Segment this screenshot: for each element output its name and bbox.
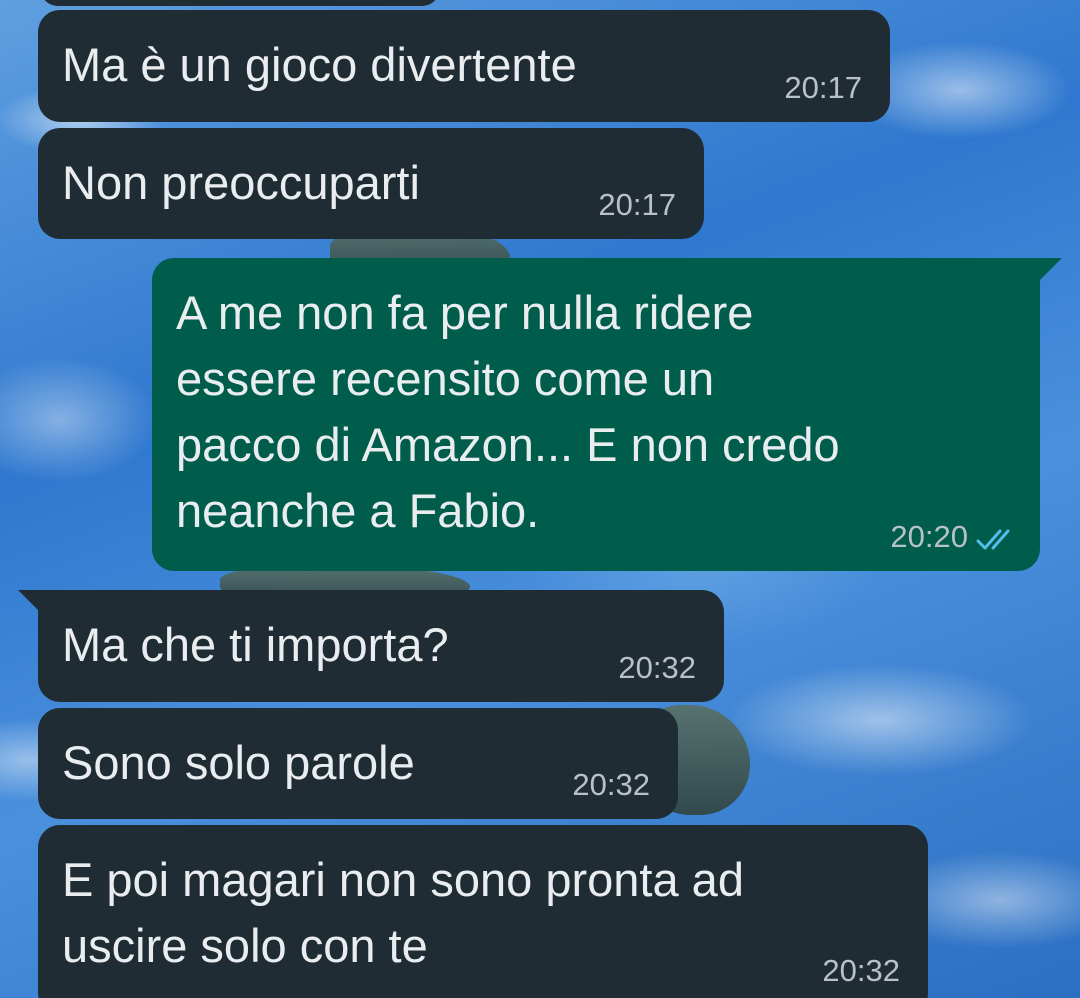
bubble-tail: [18, 590, 40, 612]
message-timestamp: 20:17: [598, 187, 676, 222]
message-bubble-incoming[interactable]: Ma che ti importa? 20:32: [38, 590, 724, 702]
partial-message-bubble[interactable]: [40, 0, 440, 6]
message-text: Non preoccuparti: [62, 156, 420, 209]
message-timestamp: 20:32: [572, 767, 650, 802]
message-text: Ma è un gioco divertente: [62, 38, 577, 91]
message-text: E poi magari non sono pronta ad uscire s…: [62, 853, 744, 972]
message-bubble-incoming[interactable]: Non preoccuparti 20:17: [38, 128, 704, 239]
message-timestamp: 20:17: [784, 70, 862, 105]
message-timestamp: 20:32: [618, 650, 696, 685]
bubble-tail: [1040, 258, 1062, 280]
message-bubble-incoming[interactable]: Ma è un gioco divertente 20:17: [38, 10, 890, 122]
message-bubble-outgoing[interactable]: A me non fa per nulla ridere essere rece…: [152, 258, 1040, 571]
message-text: Sono solo parole: [62, 736, 415, 789]
message-bubble-incoming[interactable]: E poi magari non sono pronta ad uscire s…: [38, 825, 928, 998]
message-text: Ma che ti importa?: [62, 618, 449, 671]
message-text: A me non fa per nulla ridere essere rece…: [176, 286, 840, 537]
read-double-check-icon: [976, 529, 1010, 550]
message-timestamp: 20:32: [822, 953, 900, 988]
message-timestamp: 20:20: [890, 519, 968, 554]
message-bubble-incoming[interactable]: Sono solo parole 20:32: [38, 708, 678, 819]
